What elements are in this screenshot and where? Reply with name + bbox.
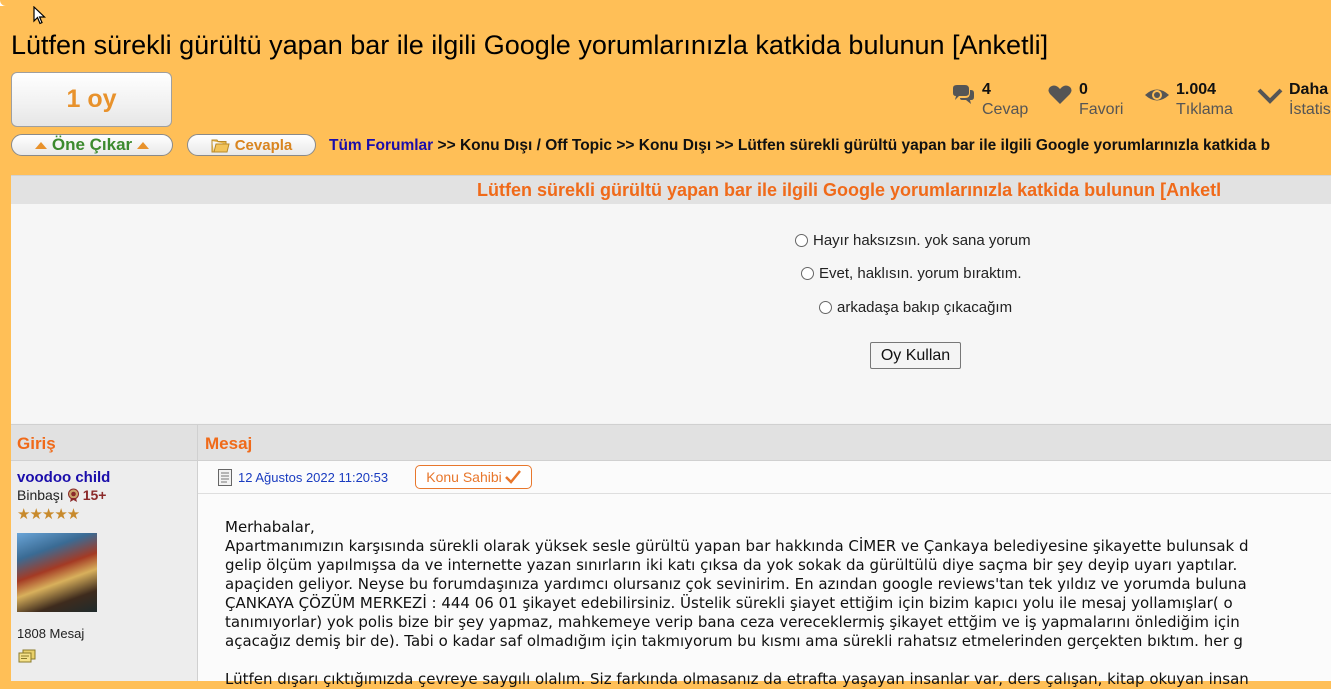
breadcrumb-separator: >> (715, 137, 734, 154)
author-level: 15+ (82, 487, 107, 503)
views-count: 1.004 (1176, 81, 1217, 98)
feature-button-label: Öne Çıkar (51, 135, 133, 154)
post-date: 12 Ağustos 2022 11:20:53 (238, 470, 389, 485)
chevron-down-icon (1257, 88, 1283, 104)
poll-option-3[interactable]: arkadaşa bakıp çıkacağım (819, 299, 1012, 316)
topic-stats: 4 Cevap 0 Favori 1.004 Tıklama Daha İsta… (950, 80, 1331, 122)
stat-more[interactable]: Daha İstatis (1257, 80, 1331, 120)
replies-label: Cevap (982, 101, 1029, 118)
private-message-icon[interactable] (18, 649, 36, 663)
up-arrow-icon (34, 141, 47, 149)
poll-radio[interactable] (801, 267, 814, 280)
vote-button[interactable]: 1 oy (11, 72, 172, 127)
poll-option-2[interactable]: Evet, haklısın. yorum bıraktım. (801, 265, 1022, 282)
poll-option-label: Hayır haksızsın. yok sana yorum (813, 232, 1031, 249)
breadcrumb-separator: >> (616, 137, 635, 154)
poll-radio[interactable] (795, 234, 808, 247)
breadcrumb-separator: >> (437, 137, 456, 154)
post-line: tanımıyorlar) yok polis bize bir şey yap… (225, 613, 1240, 631)
author-rank-label: Binbaşı (17, 487, 64, 503)
favorites-count: 0 (1079, 81, 1088, 98)
rank-badge-icon (67, 488, 79, 502)
post-message-panel: 12 Ağustos 2022 11:20:53 Konu Sahibi Mer… (198, 461, 1331, 688)
reply-button[interactable]: Cevapla (187, 134, 316, 156)
post-body: Merhabalar, Apartmanımızın karşısında sü… (225, 518, 1331, 689)
feature-button[interactable]: Öne Çıkar (11, 134, 173, 156)
column-header-message-label: Mesaj (205, 434, 253, 453)
stat-favorites[interactable]: 0 Favori (1047, 80, 1123, 120)
author-rank: Binbaşı 15+ (17, 487, 106, 503)
post-author-panel: voodoo child Binbaşı 15+ ★★★★★ 1808 Mesa… (11, 461, 197, 681)
poll-area: Hayır haksızsın. yok sana yorum Evet, ha… (11, 204, 1331, 423)
more-stats-title: Daha (1289, 81, 1329, 98)
owner-badge-label: Konu Sahibi (426, 469, 502, 485)
post-line: Lütfen dışarı çıktığımızda çevreye saygı… (225, 670, 1249, 688)
reply-button-label: Cevapla (234, 136, 293, 154)
heart-icon (1048, 85, 1072, 104)
post-line: açacağız demiş bir de). Tabi o kadar saf… (225, 632, 1243, 650)
mouse-cursor-icon (33, 6, 46, 25)
breadcrumb-off-topic[interactable]: Konu Dışı / Off Topic (460, 137, 612, 154)
author-message-count: 1808 Mesaj (17, 626, 85, 641)
breadcrumb-current-topic: Lütfen sürekli gürültü yapan bar ile ilg… (737, 137, 1271, 154)
comments-icon (953, 85, 974, 104)
stat-views[interactable]: 1.004 Tıklama (1144, 80, 1233, 120)
avatar[interactable] (17, 533, 97, 612)
vote-count-label: 1 oy (66, 85, 117, 113)
breadcrumb: Tüm Forumlar >> Konu Dışı / Off Topic >>… (329, 137, 1270, 155)
column-header-login-label: Giriş (17, 434, 56, 453)
folder-icon (211, 139, 230, 152)
poll-option-1[interactable]: Hayır haksızsın. yok sana yorum (795, 232, 1031, 249)
more-stats-label: İstatis (1289, 101, 1331, 118)
up-arrow-icon (137, 141, 150, 149)
poll-option-label: arkadaşa bakıp çıkacağım (837, 299, 1013, 316)
author-stars: ★★★★★ (17, 505, 80, 523)
post-line: apaçiden geliyor. Neyse bu forumdaşınıza… (225, 575, 1247, 593)
stat-replies[interactable]: 4 Cevap (950, 80, 1028, 120)
top-edge (0, 0, 1331, 6)
favorites-label: Favori (1079, 101, 1124, 118)
breadcrumb-konu-disi[interactable]: Konu Dışı (639, 137, 711, 154)
poll-radio[interactable] (819, 301, 832, 314)
poll-option-label: Evet, haklısın. yorum bıraktım. (819, 265, 1022, 282)
poll-header: Lütfen sürekli gürültü yapan bar ile ilg… (11, 175, 1331, 205)
topic-owner-badge: Konu Sahibi (415, 465, 532, 489)
column-header-login: Giriş (11, 424, 197, 461)
breadcrumb-all-forums[interactable]: Tüm Forumlar (329, 137, 433, 154)
page-title: Lütfen sürekli gürültü yapan bar ile ilg… (11, 30, 1049, 60)
post-greeting: Merhabalar, (225, 518, 315, 536)
topic-content: Lütfen sürekli gürültü yapan bar ile ilg… (11, 175, 1331, 688)
replies-count: 4 (982, 81, 991, 98)
eye-icon (1145, 89, 1169, 101)
post-line: Apartmanımızın karşısında sürekli olarak… (225, 537, 1249, 555)
checkmark-icon (504, 470, 521, 484)
column-header-message: Mesaj (198, 424, 1331, 461)
document-icon (218, 469, 232, 486)
vote-submit-button[interactable]: Oy Kullan (870, 342, 961, 369)
poll-title: Lütfen sürekli gürültü yapan bar ile ilg… (477, 180, 1222, 200)
author-name-link[interactable]: voodoo child (17, 469, 110, 486)
views-label: Tıklama (1176, 101, 1233, 118)
post-line: gelip ölçüm yapılmışsa da ve internette … (225, 556, 1238, 574)
post-line: ÇANKAYA ÇÖZÜM MERKEZİ : 444 06 01 şikaye… (225, 594, 1233, 612)
post-meta: 12 Ağustos 2022 11:20:53 Konu Sahibi (198, 461, 1331, 494)
